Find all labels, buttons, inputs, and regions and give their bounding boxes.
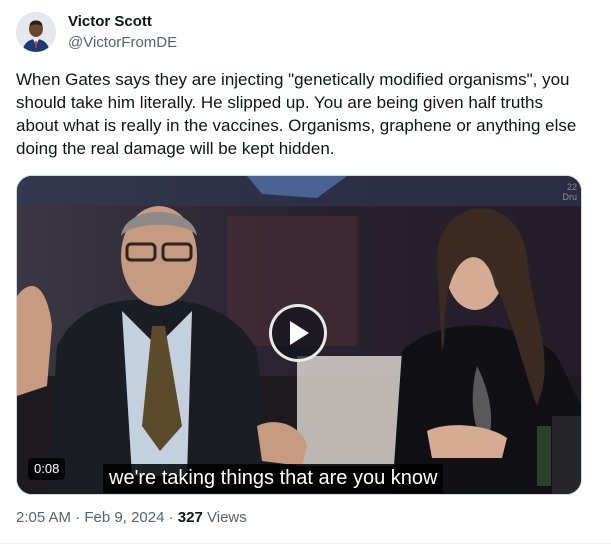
display-name[interactable]: Victor Scott [68,13,177,31]
views-count: 327 [177,509,203,526]
watermark-line-1: 22 [566,182,577,192]
divider [0,543,611,544]
video-subtitle: we're taking things that are you know [103,464,444,493]
meta-separator: · [168,509,174,526]
meta-separator: · [75,509,81,526]
video-player[interactable]: 22 Dru 0:08 we're taking things that are… [16,175,582,495]
watermark-line-2: Dru [562,192,577,202]
video-duration: 0:08 [28,458,66,480]
author-block: Victor Scott @VictorFromDE [68,13,177,52]
play-button[interactable] [269,304,327,362]
tweet-text: When Gates says they are injecting "gene… [16,70,582,158]
avatar[interactable] [16,12,56,52]
avatar-image [16,12,56,52]
tweet-date[interactable]: Feb 9, 2024 [84,509,164,526]
tweet-time[interactable]: 2:05 AM [16,509,71,526]
play-icon [290,321,309,345]
tweet-meta: 2:05 AM · Feb 9, 2024 · 327 Views [16,508,247,528]
channel-watermark: 22 Dru [562,182,577,202]
tweet-card: Victor Scott @VictorFromDE When Gates sa… [0,0,611,545]
user-handle[interactable]: @VictorFromDE [68,34,177,52]
views-label: Views [207,509,247,526]
